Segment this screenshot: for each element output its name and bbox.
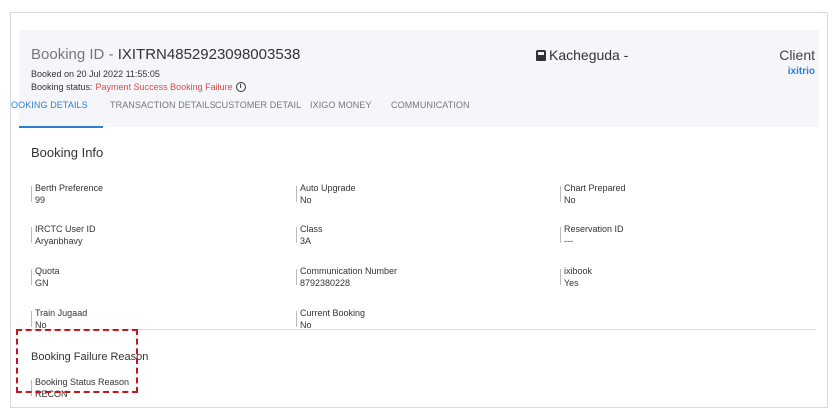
field-label: Communication Number [300, 266, 398, 276]
field-chart-prepared: Chart Prepared No [560, 183, 626, 206]
field-label: Train Jugaad [35, 308, 88, 318]
booking-id-label: Booking ID - [31, 46, 118, 63]
client-value[interactable]: ixitrio [788, 66, 815, 77]
field-label: Current Booking [300, 308, 366, 318]
booking-id: Booking ID - IXITRN4852923098003538 [31, 46, 300, 63]
field-label: Berth Preference [35, 183, 104, 193]
field-value: 3A [300, 236, 312, 246]
train-icon [536, 49, 546, 61]
field-label: Auto Upgrade [300, 183, 356, 193]
tab-ixigo-money[interactable]: IXIGO MONEY [310, 100, 372, 110]
field-value: 8792380228 [300, 278, 351, 288]
field-label: Class [300, 224, 323, 234]
highlight-annotation-box [16, 329, 138, 393]
field-ixibook: ixibook Yes [559, 266, 593, 289]
tab-booking-details[interactable]: OOKING DETAILS [11, 100, 88, 110]
booking-status-label: Booking status: [31, 82, 93, 92]
booking-status: Booking status: Payment Success Booking … [31, 82, 246, 92]
booking-status-value: Payment Success Booking Failure [95, 82, 233, 92]
field-current-booking: Current Booking No [295, 308, 366, 331]
field-value: No [564, 195, 576, 205]
tab-transaction-details[interactable]: TRANSACTION DETAILS [110, 100, 216, 110]
field-label: Chart Prepared [564, 183, 626, 193]
field-auto-upgrade: Auto Upgrade No [296, 183, 356, 206]
active-tab-indicator [19, 126, 103, 128]
field-value: GN [35, 278, 49, 288]
field-quota: Quota GN [31, 266, 60, 289]
field-value: Aryanbhavy [35, 236, 83, 246]
field-communication-number: Communication Number 8792380228 [295, 266, 398, 289]
booked-on: Booked on 20 Jul 2022 11:55:05 [31, 69, 160, 79]
field-train-jugaad: Train Jugaad No [30, 308, 88, 331]
field-label: ixibook [564, 266, 593, 276]
booking-id-value: IXITRN4852923098003538 [117, 46, 301, 63]
train-station: Kacheguda - [536, 47, 628, 63]
field-label: Reservation ID [564, 224, 624, 234]
tab-customer-detail[interactable]: CUSTOMER DETAIL [215, 100, 301, 110]
field-value: No [300, 195, 312, 205]
client-label: Client [779, 47, 815, 63]
tab-communication[interactable]: COMMUNICATION [391, 100, 470, 110]
field-irctc-user-id: IRCTC User ID Aryanbhavy [31, 224, 96, 247]
booking-info-title: Booking Info [31, 145, 104, 160]
field-class: Class 3A [296, 224, 323, 247]
field-value: Yes [564, 278, 579, 288]
info-icon[interactable]: i [235, 82, 246, 92]
field-label: IRCTC User ID [35, 224, 96, 234]
field-label: Quota [35, 266, 60, 276]
field-reservation-id: Reservation ID --- [560, 224, 624, 247]
train-station-label: Kacheguda - [549, 47, 629, 63]
field-berth-preference: Berth Preference 99 [30, 183, 104, 206]
tab-bar: OOKING DETAILS TRANSACTION DETAILS CUSTO… [11, 93, 819, 128]
field-value: 99 [35, 195, 46, 205]
field-value: --- [564, 236, 573, 246]
section-divider [19, 329, 816, 330]
